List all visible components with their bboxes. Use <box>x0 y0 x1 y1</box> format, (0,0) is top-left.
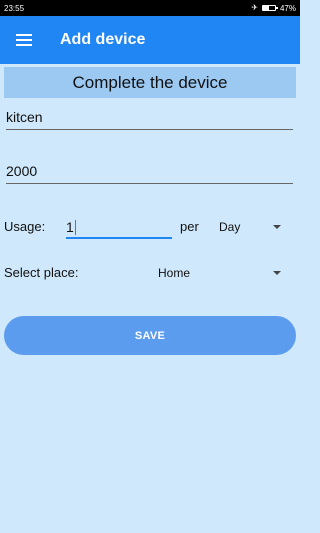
app-bar: Add device <box>0 16 300 64</box>
text-cursor <box>74 220 76 235</box>
status-icons: ✈ 47% <box>251 4 296 13</box>
hamburger-menu-icon <box>16 34 32 46</box>
form-header: Complete the device <box>4 67 296 98</box>
save-button[interactable]: SAVE <box>4 316 296 355</box>
period-value: Day <box>219 220 241 234</box>
device-power-field[interactable]: 2000 <box>6 156 293 184</box>
status-bar: 23:55 ✈ 47% <box>0 0 300 16</box>
menu-button[interactable] <box>4 16 44 64</box>
device-name-field[interactable]: kitcen <box>6 102 293 130</box>
period-dropdown[interactable]: Day <box>219 220 281 234</box>
usage-label: Usage: <box>4 219 46 234</box>
battery-level <box>262 6 269 10</box>
battery-icon <box>261 5 278 11</box>
per-label: per <box>180 219 199 234</box>
usage-input[interactable]: 1 <box>66 217 172 239</box>
place-label: Select place: <box>4 265 79 280</box>
status-time: 23:55 <box>4 3 25 13</box>
airplane-mode-icon: ✈ <box>251 3 258 12</box>
place-dropdown[interactable]: Home <box>158 266 281 280</box>
app-title: Add device <box>60 31 146 48</box>
place-value: Home <box>158 266 191 280</box>
dropdown-arrow-icon <box>273 225 281 229</box>
battery-percent: 47% <box>279 3 296 13</box>
dropdown-arrow-icon <box>273 271 281 275</box>
usage-value: 1 <box>66 219 74 235</box>
